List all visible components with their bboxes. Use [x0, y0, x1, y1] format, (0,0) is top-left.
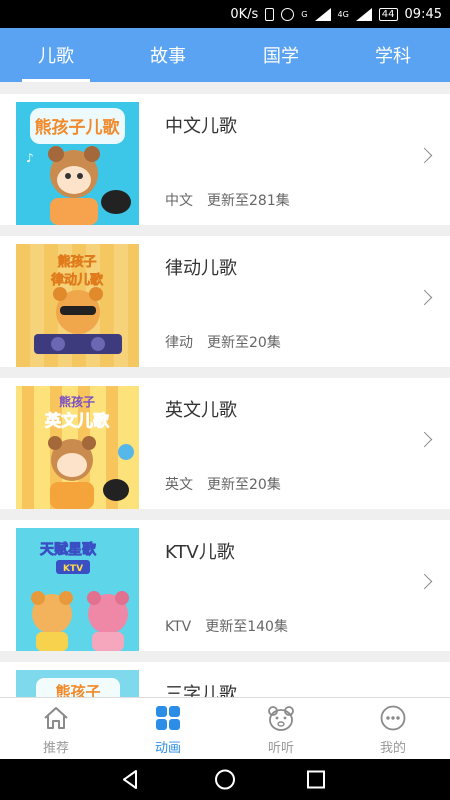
more-icon [380, 705, 406, 731]
app-screen: 0K/s G 4G 44 09:45 儿歌 故事 国学 学科 熊孩子儿歌 ♪ 中… [0, 0, 450, 800]
tab-nursery-rhymes[interactable]: 儿歌 [0, 28, 112, 82]
item-tag: 律动 [165, 335, 193, 351]
grid-icon [156, 706, 180, 730]
system-nav-bar [0, 759, 450, 800]
signal-type: G [301, 9, 308, 19]
battery-icon: 44 [378, 7, 398, 21]
signal-icon-2 [355, 7, 372, 21]
item-meta: 英文 更新至20集 [165, 474, 281, 494]
chevron-right-icon [416, 431, 433, 448]
svg-text:KTV: KTV [63, 564, 83, 574]
bottom-nav: 推荐 动画 听听 我的 [0, 697, 450, 759]
chevron-right-icon [416, 573, 433, 590]
status-bar: 0K/s G 4G 44 09:45 [0, 0, 450, 28]
item-meta: 中文 更新至281集 [165, 190, 290, 210]
svg-text:♪: ♪ [26, 151, 34, 165]
chevron-right-icon [416, 289, 433, 306]
alarm-icon [281, 7, 295, 21]
item-tag: 英文 [165, 477, 193, 493]
tab-subjects[interactable]: 学科 [337, 28, 449, 82]
svg-text:律动儿歌: 律动儿歌 [51, 272, 104, 288]
nav-mine[interactable]: 我的 [337, 698, 449, 760]
home-icon [44, 707, 68, 729]
signal-icon [314, 7, 331, 21]
nav-label: 动画 [154, 741, 181, 756]
network-type: 4G [337, 9, 349, 19]
category-tab-bar: 儿歌 故事 国学 学科 [0, 28, 450, 82]
home-button[interactable] [195, 759, 255, 800]
svg-text:熊孩子: 熊孩子 [57, 254, 96, 270]
svg-text:天赋星歌: 天赋星歌 [40, 541, 97, 558]
list-item[interactable]: 熊孩子 律动儿歌 律动儿歌 律动 更新至20集 [0, 236, 450, 367]
svg-text:熊孩子儿歌: 熊孩子儿歌 [35, 117, 121, 138]
svg-text:熊孩子: 熊孩子 [59, 394, 95, 409]
item-update-count: 更新至140集 [205, 619, 288, 635]
clock: 09:45 [404, 6, 442, 22]
list-item[interactable]: 天赋星歌 KTV KTV儿歌 KTV 更新至140集 [0, 520, 450, 651]
cover-image: 熊孩子 英文儿歌 [16, 386, 139, 509]
item-title: 中文儿歌 [165, 116, 237, 137]
net-speed: 0K/s [230, 6, 259, 22]
item-update-count: 更新至281集 [207, 193, 290, 209]
nav-label: 我的 [379, 741, 406, 756]
nav-animation[interactable]: 动画 [112, 698, 224, 760]
recents-icon [307, 770, 325, 789]
nav-label: 推荐 [42, 741, 69, 756]
chevron-right-icon [416, 147, 433, 164]
item-meta: 律动 更新至20集 [165, 332, 281, 352]
item-meta: KTV 更新至140集 [165, 616, 288, 636]
nav-label: 听听 [267, 741, 294, 756]
item-title: KTV儿歌 [165, 542, 235, 563]
cover-image: 熊孩子儿歌 ♪ [16, 102, 139, 225]
tab-classics[interactable]: 国学 [225, 28, 337, 82]
item-title: 英文儿歌 [165, 400, 237, 421]
recents-button[interactable] [286, 759, 346, 800]
bear-icon [268, 706, 294, 731]
list-item[interactable]: 熊孩子 英文儿歌 英文儿歌 英文 更新至20集 [0, 378, 450, 509]
tab-stories[interactable]: 故事 [112, 28, 224, 82]
back-icon [123, 770, 137, 789]
vibrate-icon [265, 7, 275, 21]
item-tag: 中文 [165, 193, 193, 209]
item-tag: KTV [165, 619, 192, 635]
back-button[interactable] [100, 759, 160, 800]
svg-text:英文儿歌: 英文儿歌 [44, 411, 110, 430]
cover-image: 天赋星歌 KTV [16, 528, 139, 651]
cover-image: 熊孩子 律动儿歌 [16, 244, 139, 367]
list-item[interactable]: 熊孩子儿歌 ♪ 中文儿歌 中文 更新至281集 [0, 94, 450, 225]
nav-listen[interactable]: 听听 [225, 698, 337, 760]
item-update-count: 更新至20集 [207, 477, 281, 493]
item-title: 律动儿歌 [165, 258, 237, 279]
item-update-count: 更新至20集 [207, 335, 281, 351]
nav-recommend[interactable]: 推荐 [0, 698, 112, 760]
home-circle-icon [215, 769, 235, 790]
status-icons: 0K/s G 4G 44 09:45 [230, 0, 442, 28]
